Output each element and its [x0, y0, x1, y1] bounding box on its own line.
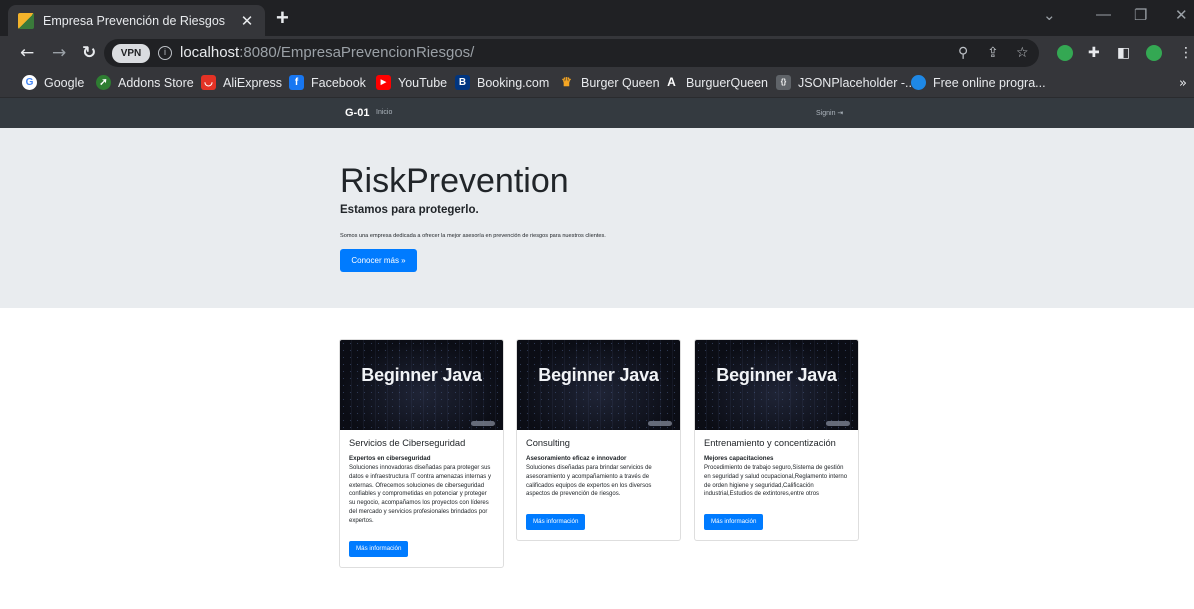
mas-informacion-button[interactable]: Más información	[349, 540, 409, 557]
side-panel-icon[interactable]: ◧	[1117, 45, 1130, 61]
conocer-mas-button[interactable]: Conocer más »	[340, 249, 417, 272]
card-title: Entrenamiento y concentización	[704, 438, 836, 448]
booking-icon: B	[455, 75, 470, 90]
bookmark-label: AliExpress	[223, 75, 283, 90]
signin-label: Signin	[816, 110, 836, 117]
mas-informacion-button[interactable]: Más información	[526, 514, 586, 531]
service-card: Beginner Java Entrenamiento y concentiza…	[694, 339, 859, 542]
share-icon[interactable]: ⇪	[987, 45, 999, 61]
extensions-puzzle-icon[interactable]: ✚	[1088, 45, 1100, 61]
bookmark-item[interactable]: G Google	[22, 75, 84, 90]
restore-window-icon[interactable]: ❐	[1134, 6, 1147, 24]
browser-tab-active[interactable]: Empresa Prevención de Riesgos ✕	[8, 5, 265, 36]
card-image: Beginner Java	[695, 340, 858, 430]
bookmark-item[interactable]: ➚ Addons Store	[96, 75, 194, 90]
bookmark-label: Burger Queen	[581, 75, 660, 90]
minimize-window-icon[interactable]: —	[1096, 6, 1111, 23]
mas-informacion-button[interactable]: Más información	[704, 514, 764, 531]
bookmark-label: Addons Store	[118, 75, 194, 90]
site-navbar: G-01 Inicio Signin ⇥	[0, 98, 1194, 128]
jsonplaceholder-icon: {}	[776, 75, 791, 90]
card-image-text: Beginner Java	[538, 365, 659, 385]
bookmark-label: Google	[44, 75, 85, 90]
tab-title: Empresa Prevención de Riesgos	[43, 13, 226, 28]
addons-store-icon: ➚	[96, 75, 111, 90]
sign-in-icon: ⇥	[837, 110, 844, 117]
bookmark-label: Booking.com	[477, 75, 550, 90]
burger-icon: ♛	[561, 75, 572, 89]
card-text: Soluciones diseñadas para brindar servic…	[526, 465, 652, 498]
card-text: Procedimiento de trabajo seguro,Sistema …	[704, 465, 848, 498]
url-path: :8080/EmpresaPrevencionRiesgos/	[239, 44, 475, 61]
back-arrow-icon[interactable]: ←	[20, 43, 34, 63]
zoom-icon[interactable]: ⚲	[958, 45, 968, 61]
card-title: Servicios de Ciberseguridad	[349, 438, 466, 448]
google-icon: G	[22, 75, 37, 90]
card-image: Beginner Java	[517, 340, 680, 430]
bookmarks-overflow-icon[interactable]: »	[1179, 76, 1187, 91]
bookmark-label: YouTube	[398, 75, 448, 90]
angular-icon: A	[667, 75, 676, 89]
hero-description: Somos una empresa dedicada a ofrecer la …	[340, 233, 606, 239]
facebook-icon: f	[289, 75, 304, 90]
bookmark-label: Facebook	[311, 75, 366, 90]
bookmark-item[interactable]: ♛ Burger Queen	[559, 75, 660, 90]
reload-icon[interactable]: ↻	[82, 43, 96, 63]
card-image-logo-icon	[471, 421, 495, 426]
service-card: Beginner Java Servicios de Cibersegurida…	[339, 339, 504, 568]
bookmark-label: JSONPlaceholder -...	[798, 75, 916, 90]
card-image-logo-icon	[648, 421, 672, 426]
nav-link-inicio[interactable]: Inicio	[376, 109, 392, 116]
nav-link-signin[interactable]: Signin ⇥	[816, 109, 843, 117]
card-subtitle: Expertos en ciberseguridad	[349, 455, 431, 462]
bookmark-label: BurguerQueen	[686, 75, 769, 90]
bookmark-item[interactable]: f Facebook	[289, 75, 366, 90]
bookmark-star-icon[interactable]: ☆	[1016, 45, 1029, 61]
card-image: Beginner Java	[340, 340, 503, 430]
tab-close-icon[interactable]: ✕	[239, 12, 255, 30]
tab-search-chevron-icon[interactable]: ⌄	[1043, 6, 1056, 24]
card-image-logo-icon	[826, 421, 850, 426]
card-image-text: Beginner Java	[716, 365, 837, 385]
page-title: RiskPrevention	[340, 162, 569, 200]
site-favicon-icon	[18, 12, 34, 29]
bookmark-item[interactable]: B Booking.com	[455, 75, 549, 90]
bookmark-label: Free online progra...	[933, 75, 1046, 90]
vpn-badge-icon[interactable]: VPN	[112, 44, 150, 63]
service-card: Beginner Java Consulting Asesoramiento e…	[516, 339, 681, 542]
url-text[interactable]: localhost:8080/EmpresaPrevencionRiesgos/	[180, 44, 474, 61]
hero-jumbotron: RiskPrevention Estamos para protegerlo. …	[0, 128, 1194, 308]
adblock-extension-icon[interactable]	[1057, 45, 1073, 61]
card-subtitle: Asesoramiento eficaz e innovador	[526, 455, 627, 462]
close-window-icon[interactable]: ✕	[1175, 6, 1188, 24]
browser-menu-icon[interactable]: ⋮	[1179, 45, 1193, 61]
browser-tab-bar: Empresa Prevención de Riesgos ✕ + ⌄ — ❐ …	[0, 0, 1194, 36]
url-host: localhost	[180, 44, 240, 61]
globe-icon	[911, 75, 926, 90]
new-tab-button[interactable]: +	[276, 5, 289, 31]
bookmark-item[interactable]: A BurguerQueen	[664, 75, 768, 90]
navbar-brand[interactable]: G-01	[345, 107, 369, 119]
bookmarks-bar: G Google ➚ Addons Store ◡ AliExpress f Faceb…	[0, 70, 1194, 98]
bookmark-item[interactable]: {} JSONPlaceholder -...	[776, 75, 915, 90]
card-title: Consulting	[526, 438, 570, 448]
aliexpress-icon: ◡	[201, 75, 216, 90]
bookmark-item[interactable]: ◡ AliExpress	[201, 75, 282, 90]
security-extension-icon[interactable]	[1146, 45, 1162, 61]
card-text: Soluciones innovadoras diseñadas para pr…	[349, 465, 491, 524]
card-image-text: Beginner Java	[361, 365, 482, 385]
bookmark-item[interactable]: Free online progra...	[911, 75, 1046, 90]
bookmark-item[interactable]: ▶ YouTube	[376, 75, 447, 90]
hero-subtitle: Estamos para protegerlo.	[340, 204, 479, 216]
site-info-icon[interactable]: i	[158, 46, 172, 60]
youtube-icon: ▶	[376, 75, 391, 90]
browser-toolbar: ← → ↻ VPN i localhost:8080/EmpresaPreven…	[0, 36, 1194, 70]
forward-arrow-icon[interactable]: →	[52, 43, 66, 63]
card-subtitle: Mejores capacitaciones	[704, 455, 774, 462]
